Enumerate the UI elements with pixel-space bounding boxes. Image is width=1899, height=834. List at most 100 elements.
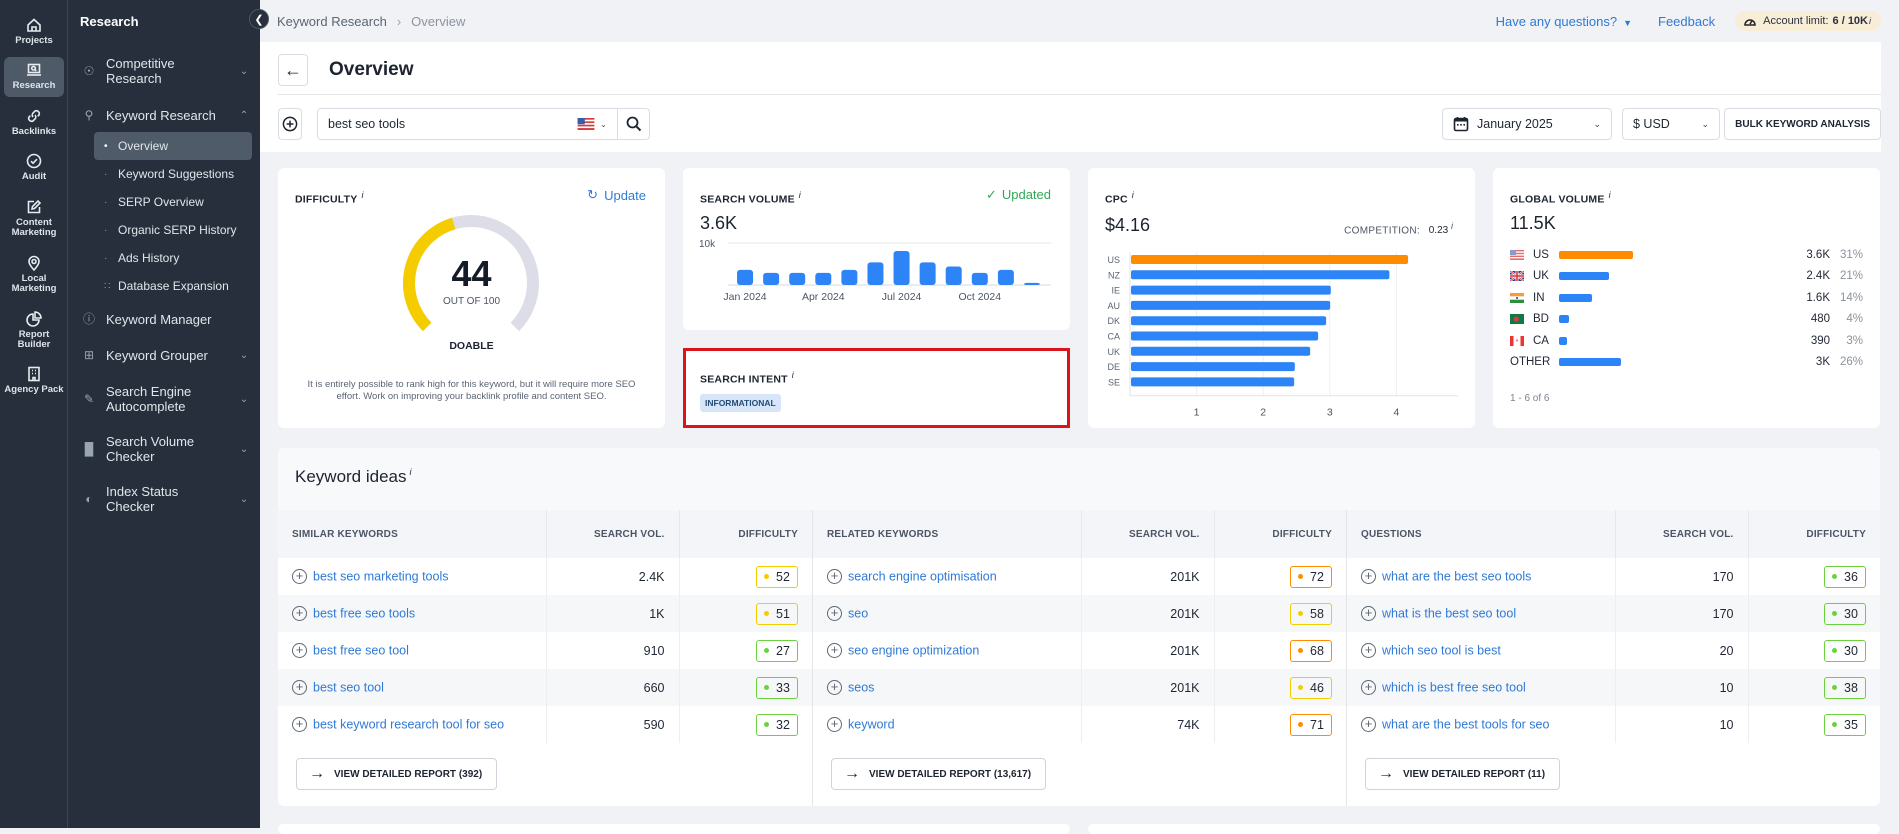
volume-bar-jun-2024[interactable] [867, 262, 884, 285]
global-volume-row[interactable]: UK 2.4K 21% [1510, 266, 1863, 288]
keyword-link[interactable]: best seo tool [313, 681, 384, 695]
column-header-search-vol[interactable]: SEARCH VOL. [546, 510, 680, 558]
cpc-bar-au[interactable] [1131, 300, 1331, 310]
keyword-link[interactable]: what are the best seo tools [1382, 570, 1531, 584]
breadcrumb-keyword-research[interactable]: Keyword Research [277, 14, 387, 29]
add-keyword-icon[interactable]: + [292, 569, 307, 585]
add-keyword-icon[interactable]: + [827, 680, 842, 696]
keyword-link[interactable]: best free seo tools [313, 607, 415, 621]
view-detailed-report-button[interactable]: → VIEW DETAILED REPORT (392) [296, 758, 498, 790]
rail-item-audit[interactable]: Audit [4, 148, 64, 187]
column-header-difficulty[interactable]: DIFFICULTY [1214, 510, 1346, 558]
volume-bar-feb-2024[interactable] [763, 272, 780, 285]
rail-item-research[interactable]: Research [4, 57, 64, 97]
keyword-link[interactable]: seos [848, 681, 874, 695]
sidebar-subitem-database-expansion[interactable]: ∷ Database Expansion [94, 272, 252, 300]
add-keyword-icon[interactable]: + [1361, 643, 1376, 659]
cpc-bar-ca[interactable] [1131, 331, 1319, 341]
add-keyword-icon[interactable]: + [292, 606, 307, 622]
sidebar-item-search-engine-autocomplete[interactable]: ✎ Search Engine Autocomplete ⌄ [68, 380, 260, 420]
info-icon[interactable]: i [1451, 221, 1453, 231]
sidebar-subitem-organic-serp-history[interactable]: · Organic SERP History [94, 216, 252, 244]
global-volume-row[interactable]: US 3.6K 31% [1510, 244, 1863, 266]
keyword-link[interactable]: search engine optimisation [848, 570, 997, 584]
sidebar-subitem-serp-overview[interactable]: · SERP Overview [94, 188, 252, 216]
volume-bar-aug-2024[interactable] [919, 262, 936, 285]
keyword-search-field[interactable] [317, 108, 579, 140]
volume-bar-oct-2024[interactable] [971, 272, 988, 285]
add-keyword-icon[interactable]: + [292, 643, 307, 659]
date-select[interactable]: January 2025 ⌄ [1442, 108, 1612, 140]
keyword-link[interactable]: best free seo tool [313, 644, 409, 658]
global-volume-row[interactable]: OTHER 3K 26% [1510, 352, 1863, 374]
volume-bar-jan-2024[interactable] [737, 269, 754, 285]
keyword-link[interactable]: which is best free seo tool [1382, 681, 1526, 695]
cpc-bar-se[interactable] [1131, 377, 1295, 387]
sidebar-subitem-keyword-suggestions[interactable]: · Keyword Suggestions [94, 160, 252, 188]
add-keyword-icon[interactable]: + [827, 643, 842, 659]
sidebar-item-keyword-grouper[interactable]: ⊞ Keyword Grouper ⌄ [68, 344, 260, 368]
country-select[interactable]: ⌄ [567, 108, 618, 140]
rail-item-agency-pack[interactable]: Agency Pack [4, 361, 64, 400]
feedback-link[interactable]: Feedback [1658, 14, 1715, 29]
column-header-search-vol[interactable]: SEARCH VOL. [1615, 510, 1749, 558]
info-icon[interactable]: i [1609, 190, 1611, 200]
volume-bar-dec-2024[interactable] [1023, 282, 1040, 285]
keyword-link[interactable]: best keyword research tool for seo [313, 718, 504, 732]
add-keyword-icon[interactable]: + [827, 569, 842, 585]
sidebar-subitem-ads-history[interactable]: · Ads History [94, 244, 252, 272]
view-detailed-report-button[interactable]: → VIEW DETAILED REPORT (11) [1365, 758, 1561, 790]
account-limit-badge[interactable]: Account limit: 6 / 10K i [1735, 11, 1881, 31]
rail-item-report-builder[interactable]: Report Builder [4, 306, 64, 356]
info-icon[interactable]: i [792, 370, 794, 380]
info-icon[interactable]: i [1869, 16, 1871, 26]
cpc-bar-uk[interactable] [1131, 346, 1311, 356]
rail-item-projects[interactable]: Projects [4, 12, 64, 51]
keyword-link[interactable]: what is the best seo tool [1382, 607, 1516, 621]
cpc-bar-de[interactable] [1131, 362, 1295, 372]
keyword-link[interactable]: which seo tool is best [1382, 644, 1501, 658]
sidebar-item-keyword-research[interactable]: ⚲ Keyword Research ⌃ [68, 104, 260, 128]
currency-select[interactable]: $ USD ⌄ [1622, 108, 1720, 140]
column-header-keyword[interactable]: RELATED KEYWORDS [813, 510, 1082, 558]
column-header-keyword[interactable]: SIMILAR KEYWORDS [278, 510, 547, 558]
add-keyword-button[interactable] [278, 108, 302, 140]
bulk-keyword-analysis-button[interactable]: BULK KEYWORD ANALYSIS [1724, 108, 1881, 140]
cpc-bar-nz[interactable] [1131, 270, 1390, 280]
update-button[interactable]: ↻ Update [587, 187, 646, 203]
info-icon[interactable]: i [799, 190, 801, 200]
add-keyword-icon[interactable]: + [1361, 680, 1376, 696]
add-keyword-icon[interactable]: + [827, 606, 842, 622]
sidebar-subitem-overview[interactable]: • Overview [94, 132, 252, 160]
add-keyword-icon[interactable]: + [1361, 606, 1376, 622]
sidebar-item-search-volume-checker[interactable]: █ Search Volume Checker ⌄ [68, 430, 260, 470]
global-volume-row[interactable]: IN 1.6K 14% [1510, 287, 1863, 309]
info-icon[interactable]: i [361, 190, 363, 200]
volume-bar-sep-2024[interactable] [945, 266, 962, 285]
add-keyword-icon[interactable]: + [1361, 569, 1376, 585]
collapse-sidebar-button[interactable]: ❮ [249, 9, 269, 29]
keyword-link[interactable]: seo engine optimization [848, 644, 979, 658]
volume-bar-nov-2024[interactable] [997, 269, 1014, 285]
back-button[interactable]: ← [278, 54, 308, 86]
sidebar-item-index-status-checker[interactable]: ◐ Index Status Checker ⌄ [68, 480, 260, 520]
keyword-link[interactable]: best seo marketing tools [313, 570, 449, 584]
keyword-search-input[interactable] [318, 117, 518, 131]
add-keyword-icon[interactable]: + [1361, 717, 1376, 733]
rail-item-backlinks[interactable]: Backlinks [4, 103, 64, 142]
sidebar-item-competitive-research[interactable]: ☉ Competitive Research ⌄ [68, 52, 260, 92]
column-header-keyword[interactable]: QUESTIONS [1347, 510, 1616, 558]
rail-item-local-marketing[interactable]: Local Marketing [4, 250, 64, 300]
sidebar-item-keyword-manager[interactable]: ⓘ Keyword Manager [68, 308, 260, 332]
add-keyword-icon[interactable]: + [827, 717, 842, 733]
add-keyword-icon[interactable]: + [292, 717, 307, 733]
volume-bar-mar-2024[interactable] [789, 272, 806, 285]
keyword-link[interactable]: what are the best tools for seo [1382, 718, 1549, 732]
add-keyword-icon[interactable]: + [292, 680, 307, 696]
global-volume-row[interactable]: BD 480 4% [1510, 309, 1863, 331]
questions-dropdown[interactable]: Have any questions? ▼ [1496, 14, 1632, 29]
search-button[interactable] [617, 108, 650, 140]
column-header-search-vol[interactable]: SEARCH VOL. [1081, 510, 1215, 558]
keyword-link[interactable]: seo [848, 607, 868, 621]
keyword-link[interactable]: keyword [848, 718, 895, 732]
